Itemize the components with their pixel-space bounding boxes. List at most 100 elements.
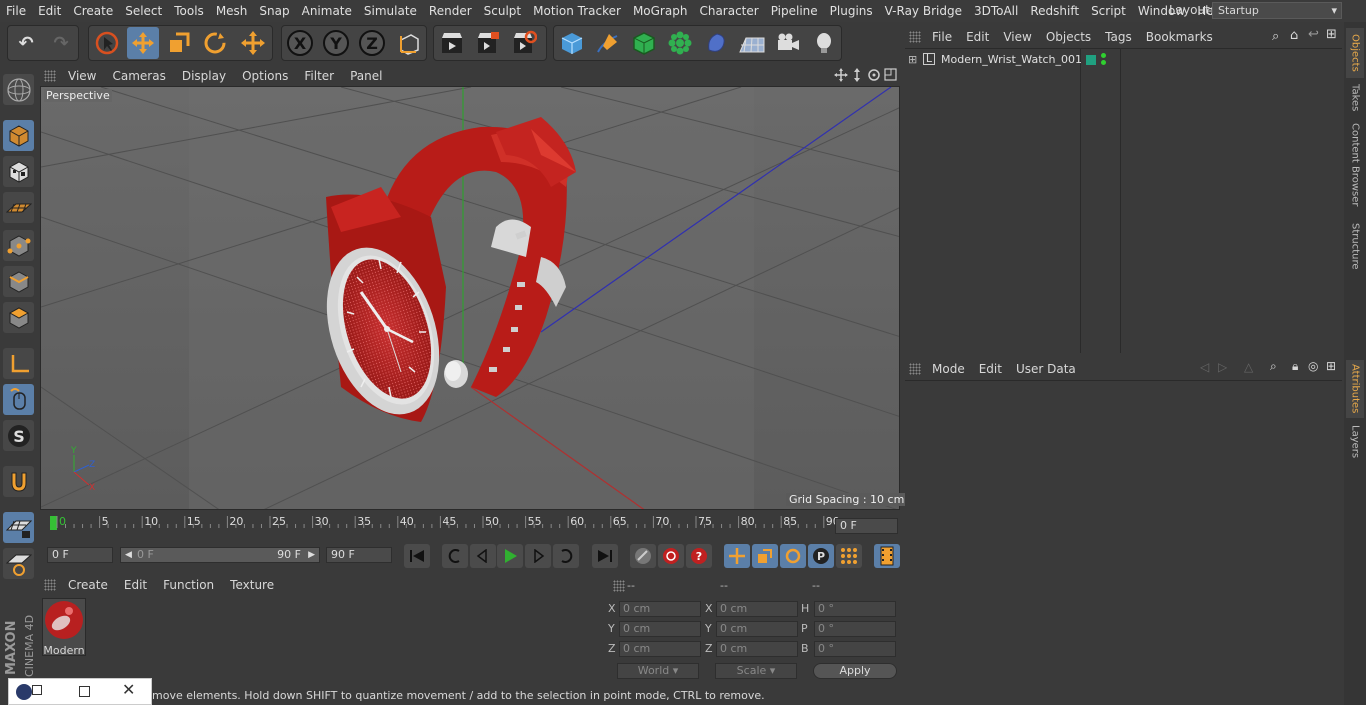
- editor-visibility-dot[interactable]: [1101, 53, 1106, 58]
- workplane-mode-icon[interactable]: [3, 192, 34, 223]
- size-y-field[interactable]: 0 cm: [716, 621, 798, 637]
- frame-range-slider[interactable]: ◀ 0 F 90 F ▶: [120, 547, 320, 563]
- menu-vray-bridge[interactable]: V-Ray Bridge: [879, 4, 968, 18]
- menu-tools[interactable]: Tools: [168, 4, 210, 18]
- pan-view-icon[interactable]: [834, 68, 848, 82]
- material-menu-create[interactable]: Create: [60, 578, 116, 592]
- object-row[interactable]: ⊞ L Modern_Wrist_Watch_001: [905, 52, 1342, 70]
- floor-environment-icon[interactable]: [736, 27, 768, 59]
- scale-tool-icon[interactable]: [163, 27, 195, 59]
- next-frame-icon[interactable]: [525, 544, 551, 568]
- lock-icon[interactable]: 🔒︎: [1292, 359, 1298, 374]
- range-left-arrow-icon[interactable]: ◀: [125, 548, 132, 562]
- z-axis-lock-icon[interactable]: Z: [356, 27, 388, 59]
- apply-button[interactable]: Apply: [813, 663, 897, 679]
- current-frame-field[interactable]: 0 F: [835, 518, 898, 534]
- viewport-menu-options[interactable]: Options: [234, 69, 296, 83]
- grip-icon[interactable]: [909, 31, 921, 43]
- snap-icon[interactable]: S: [3, 420, 34, 451]
- menu-edit[interactable]: Edit: [32, 4, 67, 18]
- rot-b-field[interactable]: 0 °: [814, 641, 896, 657]
- rotate-view-icon[interactable]: [868, 69, 880, 81]
- arrow-icon[interactable]: ↩: [1308, 27, 1319, 42]
- new-panel-icon[interactable]: ⊞: [1326, 27, 1337, 42]
- key-rotation-icon[interactable]: [780, 544, 806, 568]
- expand-icon[interactable]: ⊞: [908, 53, 917, 66]
- maximize-view-icon[interactable]: [884, 68, 897, 81]
- grip-icon[interactable]: [909, 363, 921, 375]
- grip-icon[interactable]: [44, 70, 56, 82]
- menu-create[interactable]: Create: [67, 4, 119, 18]
- size-x-field[interactable]: 0 cm: [716, 601, 798, 617]
- deformer-icon[interactable]: [700, 27, 732, 59]
- viewport-menu-display[interactable]: Display: [174, 69, 234, 83]
- timeline-ruler[interactable]: 0 5 10 15 20 25 30 35 40 45 50 55 60 65 70 75 80 85 90: [40, 514, 900, 538]
- axis-mode-icon[interactable]: [3, 348, 34, 379]
- play-forward-icon[interactable]: [497, 544, 523, 568]
- object-menu-objects[interactable]: Objects: [1039, 30, 1098, 44]
- layer-color-icon[interactable]: [1086, 55, 1096, 65]
- tab-attributes[interactable]: Attributes: [1346, 360, 1364, 418]
- magnet-icon[interactable]: [3, 466, 34, 497]
- menu-3dtoall[interactable]: 3DToAll: [968, 4, 1024, 18]
- pos-x-field[interactable]: 0 cm: [619, 601, 701, 617]
- zoom-view-icon[interactable]: [854, 68, 860, 82]
- live-selection-icon[interactable]: [91, 27, 123, 59]
- grip-icon[interactable]: [44, 579, 56, 591]
- key-position-icon[interactable]: [724, 544, 750, 568]
- end-frame-field[interactable]: 90 F: [326, 547, 392, 563]
- render-picture-viewer-icon[interactable]: [472, 27, 504, 59]
- 3d-viewport[interactable]: Y Z X: [40, 86, 900, 510]
- polygons-mode-icon[interactable]: [3, 302, 34, 333]
- pos-y-field[interactable]: 0 cm: [619, 621, 701, 637]
- transform-tool-icon[interactable]: [237, 27, 269, 59]
- search-icon[interactable]: ⌕: [1272, 29, 1279, 44]
- new-panel-icon[interactable]: ⊞: [1326, 359, 1336, 373]
- pos-z-field[interactable]: 0 cm: [619, 641, 701, 657]
- menu-motion-tracker[interactable]: Motion Tracker: [527, 4, 627, 18]
- autokeying-icon[interactable]: [658, 544, 684, 568]
- y-axis-lock-icon[interactable]: Y: [320, 27, 352, 59]
- menu-plugins[interactable]: Plugins: [824, 4, 879, 18]
- material-menu-edit[interactable]: Edit: [116, 578, 155, 592]
- viewport-menu-filter[interactable]: Filter: [296, 69, 342, 83]
- texture-mode-icon[interactable]: [3, 156, 34, 187]
- menu-animate[interactable]: Animate: [296, 4, 358, 18]
- restore-icon[interactable]: [32, 685, 42, 695]
- material-swatch[interactable]: Modern: [42, 598, 86, 657]
- record-active-objects-icon[interactable]: [630, 544, 656, 568]
- menu-redshift[interactable]: Redshift: [1024, 4, 1085, 18]
- viewport-menu-panel[interactable]: Panel: [342, 69, 390, 83]
- go-to-start-icon[interactable]: [404, 544, 430, 568]
- model-mode-icon[interactable]: [3, 120, 34, 151]
- forward-arrow-icon[interactable]: ▷: [1218, 360, 1227, 374]
- key-parameter-icon[interactable]: P: [808, 544, 834, 568]
- coordinate-system-icon[interactable]: [393, 27, 425, 59]
- size-mode-dropdown[interactable]: Scale ▾: [715, 663, 797, 679]
- viewport-menu-view[interactable]: View: [60, 69, 104, 83]
- attribute-menu-mode[interactable]: Mode: [925, 362, 972, 376]
- tab-objects[interactable]: Objects: [1346, 28, 1364, 78]
- material-menu-texture[interactable]: Texture: [222, 578, 282, 592]
- object-menu-edit[interactable]: Edit: [959, 30, 996, 44]
- rot-h-field[interactable]: 0 °: [814, 601, 896, 617]
- home-icon[interactable]: ⌂: [1290, 28, 1298, 43]
- tab-takes[interactable]: Takes: [1346, 80, 1364, 116]
- object-menu-file[interactable]: File: [925, 30, 959, 44]
- next-key-icon[interactable]: [553, 544, 579, 568]
- menu-sculpt[interactable]: Sculpt: [478, 4, 527, 18]
- menu-simulate[interactable]: Simulate: [358, 4, 423, 18]
- object-menu-view[interactable]: View: [996, 30, 1038, 44]
- menu-pipeline[interactable]: Pipeline: [765, 4, 824, 18]
- rotate-tool-icon[interactable]: [199, 27, 231, 59]
- rot-p-field[interactable]: 0 °: [814, 621, 896, 637]
- target-icon[interactable]: ◎: [1308, 359, 1318, 373]
- menu-render[interactable]: Render: [423, 4, 478, 18]
- back-arrow-icon[interactable]: ◁: [1200, 360, 1209, 374]
- menu-script[interactable]: Script: [1085, 4, 1132, 18]
- attribute-menu-edit[interactable]: Edit: [972, 362, 1009, 376]
- move-tool-icon[interactable]: [127, 27, 159, 59]
- maximize-icon[interactable]: [79, 686, 90, 697]
- redo-icon[interactable]: ↷: [45, 27, 77, 59]
- points-mode-icon[interactable]: [3, 230, 34, 261]
